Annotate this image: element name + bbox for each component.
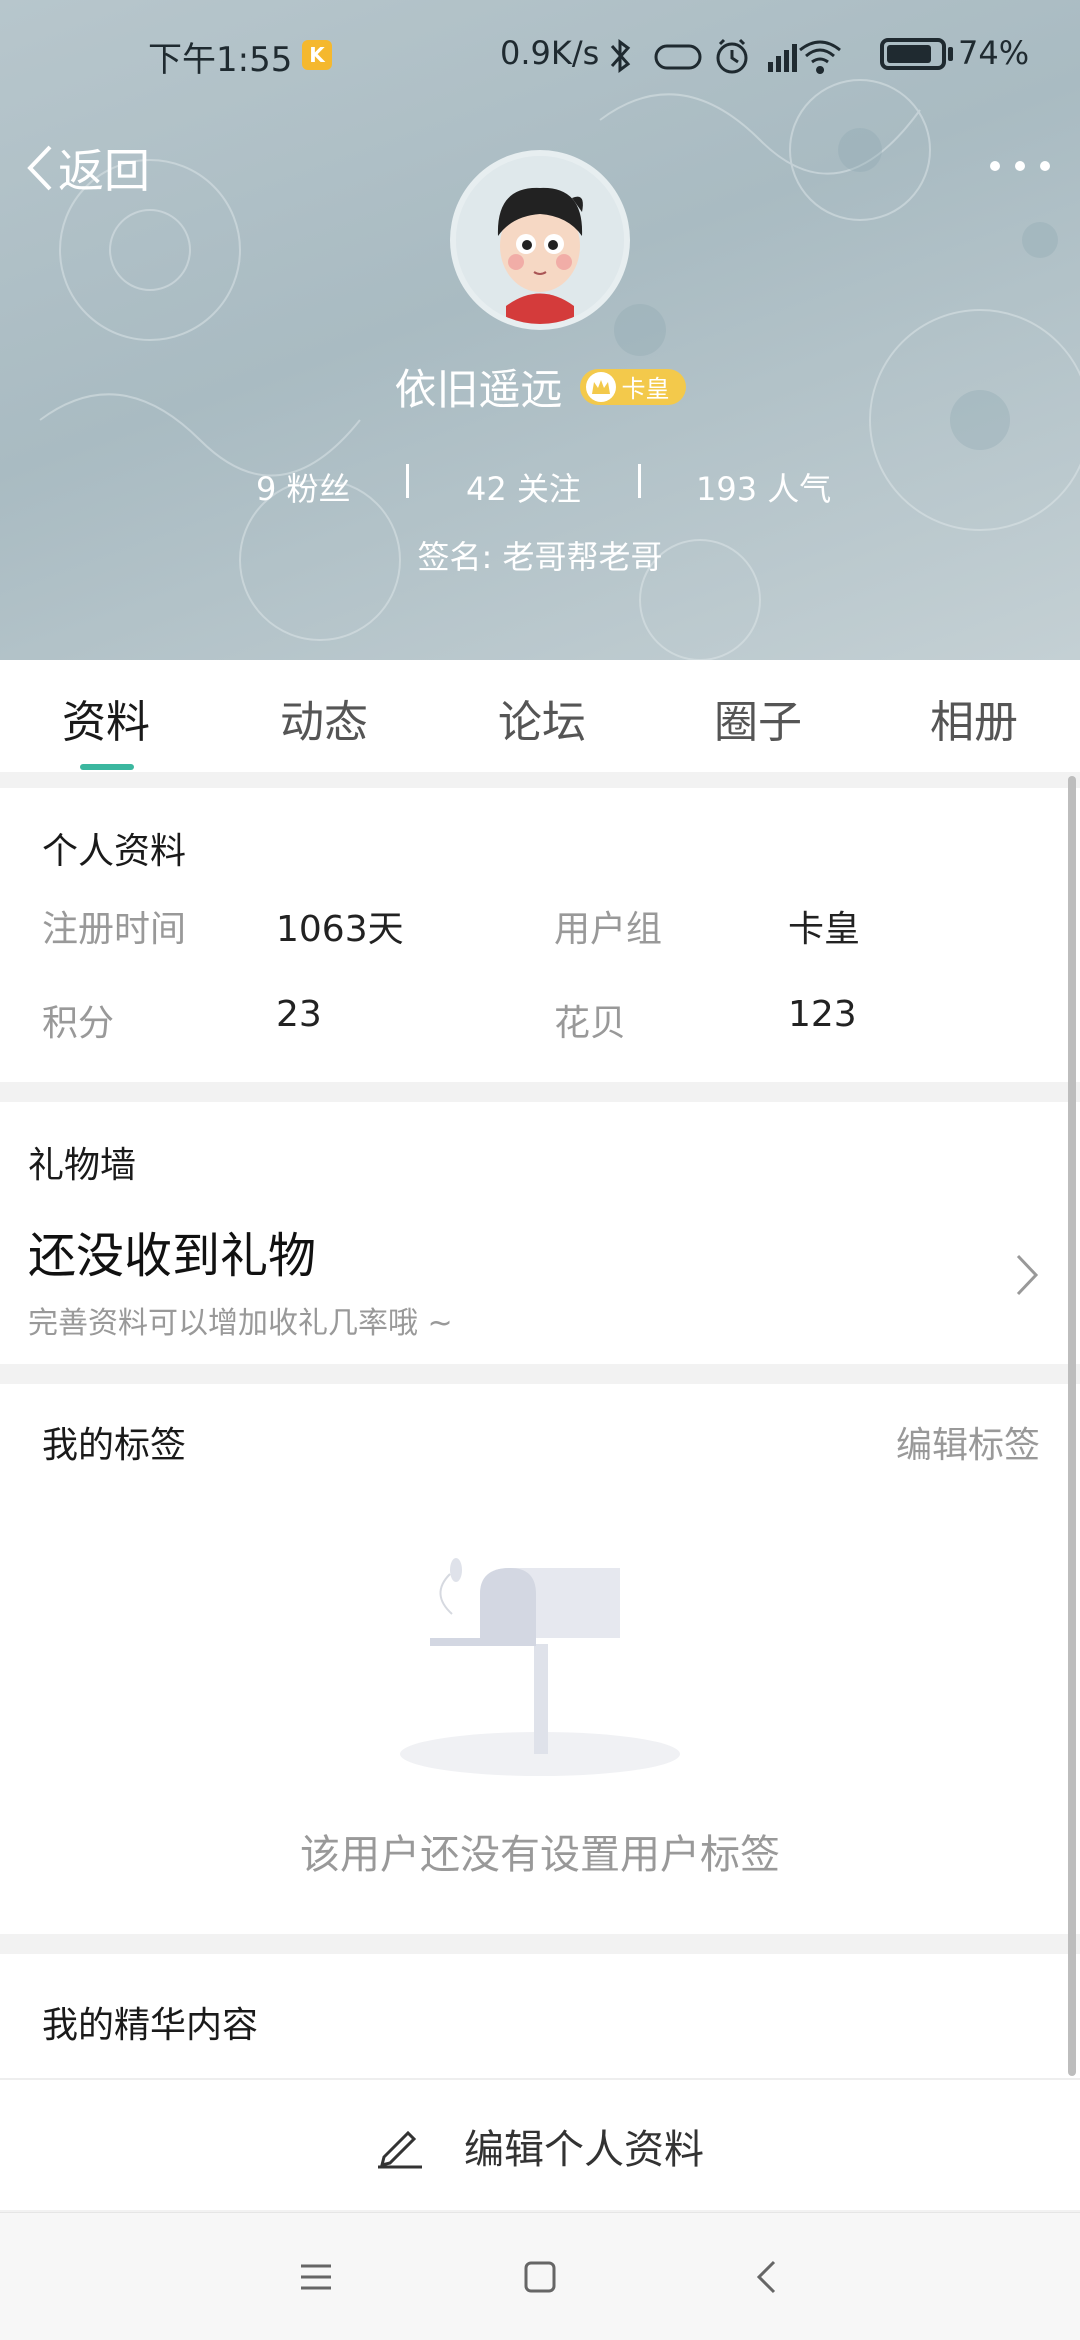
status-icons [610,38,841,74]
field-label: 用户组 [554,909,663,950]
gift-wall-title: 礼物墙 [28,1145,137,1186]
tab-forum[interactable]: 论坛 [498,686,586,750]
menu-nav-button[interactable] [292,2253,340,2301]
following-stat[interactable]: 42 关注 [466,464,581,510]
gift-wall-hint: 完善资料可以增加收礼几率哦 ~ [28,1306,453,1341]
status-bar: 下午1:55 K 0.9K/s 74% [0,22,1080,82]
username-row: 依旧遥远 卡皇 [0,356,1080,417]
crown-icon [585,371,616,402]
badge-label: 卡皇 [621,375,670,403]
cartoon-avatar-image [456,156,624,324]
pencil-icon [378,2130,422,2169]
more-dot-icon [990,161,1000,171]
k-app-icon: K [302,40,332,70]
stat-divider [406,464,409,498]
personal-info-section: 个人资料 注册时间 1063天 用户组 卡皇 积分 23 花贝 123 [0,788,1080,1082]
system-navigation-bar [0,2212,1080,2340]
edit-tags-button[interactable]: 编辑标签 [896,1416,1040,1468]
back-nav-button[interactable] [742,2253,790,2301]
avatar[interactable] [450,150,630,330]
username: 依旧遥远 [394,365,563,414]
user-group-badge: 卡皇 [579,368,686,405]
field-label: 花贝 [554,1003,627,1044]
personal-info-title: 个人资料 [42,831,187,872]
tab-album[interactable]: 相册 [930,686,1018,750]
status-time: 下午1:55 [148,40,293,80]
tab-bar: 资料 动态 论坛 圈子 相册 [0,660,1080,772]
field-label: 积分 [42,1003,115,1044]
scrollbar[interactable] [1068,776,1076,2076]
battery-icon [880,38,946,70]
tags-empty-text: 该用户还没有设置用户标签 [300,1832,780,1878]
home-square-icon [524,2261,556,2293]
signature: 签名: 老哥帮老哥 [417,538,663,576]
gift-wall-section[interactable]: 礼物墙 还没收到礼物 完善资料可以增加收礼几率哦 ~ [0,1102,1080,1364]
tab-feed[interactable]: 动态 [280,686,368,750]
chevron-left-icon [27,145,52,191]
field-label: 注册时间 [42,909,187,950]
home-nav-button[interactable] [516,2253,564,2301]
tags-title: 我的标签 [42,1425,187,1466]
network-speed: 0.9K/s [500,34,600,72]
field-value: 123 [788,994,857,1035]
tab-profile[interactable]: 资料 [62,686,150,750]
featured-title: 我的精华内容 [42,2005,259,2046]
active-tab-indicator [80,764,134,770]
followers-stat[interactable]: 9 粉丝 [256,464,351,510]
field-value: 23 [276,994,322,1035]
empty-mailbox-illustration [400,1558,680,1776]
edit-profile-button[interactable]: 编辑个人资料 [0,2080,1080,2212]
tab-circle[interactable]: 圈子 [714,686,802,750]
more-dot-icon [1040,161,1050,171]
featured-section: 我的精华内容 [0,1954,1080,2078]
gift-wall-headline: 还没收到礼物 [28,1228,317,1284]
edit-profile-bar: 编辑个人资料 [0,2078,1080,2210]
profile-header: 下午1:55 K 0.9K/s 74% 返回 依旧遥远 卡皇 9 粉丝 42 关… [0,0,1080,660]
back-button[interactable]: 返回 [24,138,150,198]
back-label: 返回 [58,144,150,198]
chevron-left-icon [756,2260,776,2294]
edit-profile-label: 编辑个人资料 [464,2127,704,2173]
battery-cap [948,47,953,61]
user-stats: 9 粉丝 42 关注 193 人气 [0,458,1080,508]
more-dot-icon [1015,161,1025,171]
popularity-stat: 193 人气 [696,470,832,508]
menu-icon [301,2264,331,2290]
tags-section: 我的标签 编辑标签 该用户还没有设置用户标签 [0,1384,1080,1934]
stat-divider [638,464,641,498]
battery-percent: 74% [958,34,1030,72]
field-value: 1063天 [276,909,404,950]
more-options-button[interactable] [990,148,1050,184]
chevron-right-icon [1016,1254,1039,1296]
field-value: 卡皇 [788,909,861,950]
